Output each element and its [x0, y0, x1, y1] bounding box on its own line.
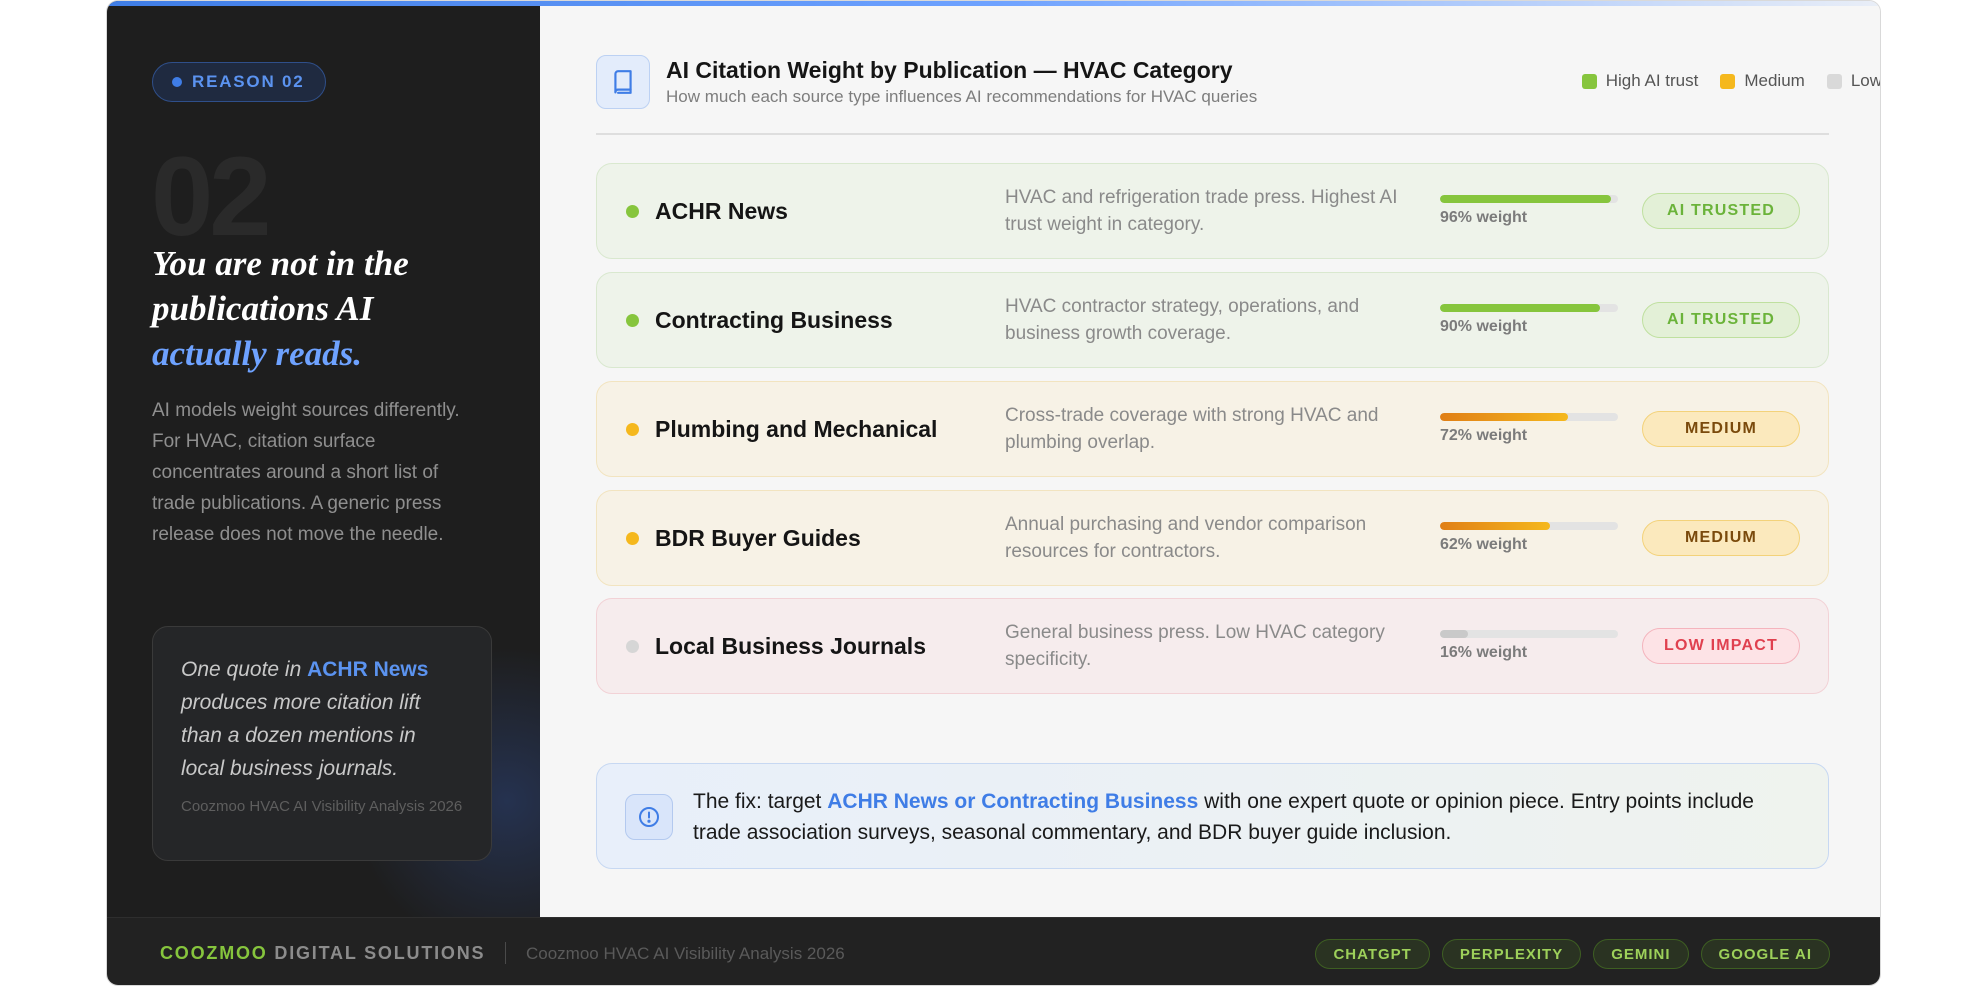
legend-label-low: Low [1850, 71, 1881, 90]
legend-item-high: High AI trust [1581, 71, 1699, 91]
weight-label: 72% weight [1440, 427, 1528, 444]
chip-chatgpt: CHATGPT [1315, 939, 1430, 969]
tier-dot-icon [626, 640, 639, 653]
reason-pill: REASON 02 [152, 62, 326, 102]
publication-description: Annual purchasing and vendor comparison … [1005, 514, 1367, 562]
legend-item-medium: Medium [1720, 71, 1805, 91]
weight-bar [1440, 195, 1618, 203]
legend: High AI trust Medium Low [1482, 71, 1881, 91]
publication-name: BDR Buyer Guides [655, 525, 861, 551]
fix-highlight: ACHR News or Contracting Business [827, 790, 1199, 813]
publication-row: BDR Buyer Guides Annual purchasing and v… [596, 490, 1829, 586]
brand-rest: DIGITAL SOLUTIONS [267, 943, 486, 963]
weight-label: 90% weight [1440, 318, 1528, 335]
legend-swatch-medium [1720, 73, 1736, 89]
publication-name: Local Business Journals [655, 633, 926, 659]
publication-name: Plumbing and Mechanical [655, 416, 938, 442]
publication-description: Cross-trade coverage with strong HVAC an… [1005, 405, 1379, 453]
chip-google-ai: GOOGLE AI [1700, 939, 1830, 969]
reason-label: REASON 02 [192, 72, 305, 91]
weight-bar [1440, 522, 1618, 530]
footer-divider [505, 942, 506, 964]
publication-description: HVAC contractor strategy, operations, an… [1005, 296, 1360, 344]
publication-row: ACHR News HVAC and refrigeration trade p… [596, 163, 1829, 259]
weight-bar-fill [1440, 630, 1469, 638]
weight-bar-fill [1440, 413, 1569, 421]
weight-bar [1440, 304, 1618, 312]
weight-bar [1440, 630, 1618, 638]
weight-label: 62% weight [1440, 536, 1528, 553]
publication-description: General business press. Low HVAC categor… [1005, 622, 1385, 670]
weight-bar [1440, 413, 1618, 421]
tier-dot-icon [626, 205, 639, 218]
panel-subtitle: How much each source type influences AI … [666, 87, 1258, 106]
trust-badge: MEDIUM [1642, 520, 1800, 556]
footer-analysis-label: Coozmoo HVAC AI Visibility Analysis 2026 [526, 944, 845, 963]
ai-platform-chips: CHATGPT PERPLEXITY GEMINI GOOGLE AI [1315, 939, 1830, 969]
reason-dot-icon [172, 77, 182, 87]
fix-pre: The fix: target [693, 790, 828, 813]
legend-swatch-low [1826, 73, 1842, 89]
brand-wordmark: COOZMOO DIGITAL SOLUTIONS [160, 943, 485, 964]
quote-text: One quote in ACHR News produces more cit… [181, 653, 463, 785]
reason-big-number: 02 [151, 134, 272, 259]
quote-pre: One quote in [181, 658, 308, 681]
weight-bar-fill [1440, 304, 1601, 312]
weight-bar-fill [1440, 522, 1551, 530]
tier-dot-icon [626, 532, 639, 545]
trust-badge: AI TRUSTED [1642, 193, 1800, 229]
legend-label-medium: Medium [1744, 71, 1805, 90]
tier-dot-icon [626, 423, 639, 436]
weight-label: 16% weight [1440, 644, 1528, 661]
headline: You are not in the publications AI actua… [152, 241, 482, 376]
chip-gemini: GEMINI [1593, 939, 1689, 969]
book-icon [596, 55, 650, 109]
quote-source: Coozmoo HVAC AI Visibility Analysis 2026 [181, 798, 463, 815]
headline-line-1: You are not in the [152, 244, 409, 283]
publication-description: HVAC and refrigeration trade press. High… [1005, 187, 1398, 235]
panel-title: AI Citation Weight by Publication — HVAC… [666, 57, 1233, 83]
headline-accent: actually reads. [152, 334, 362, 373]
legend-label-high: High AI trust [1605, 71, 1699, 90]
tier-dot-icon [626, 314, 639, 327]
publication-row: Contracting Business HVAC contractor str… [596, 272, 1829, 368]
quote-post: produces more citation lift than a dozen… [181, 691, 421, 780]
trust-badge: AI TRUSTED [1642, 302, 1800, 338]
chip-perplexity: PERPLEXITY [1441, 939, 1582, 969]
left-body-text: AI models weight sources differently. Fo… [152, 400, 460, 545]
weight-label: 96% weight [1440, 209, 1528, 226]
top-accent-bar [107, 1, 1880, 6]
publication-row: Plumbing and Mechanical Cross-trade cove… [596, 381, 1829, 477]
trust-badge: MEDIUM [1642, 411, 1800, 447]
publication-name: ACHR News [655, 198, 788, 224]
header-divider [596, 133, 1829, 135]
info-alert-icon [625, 794, 673, 840]
brand-main: COOZMOO [160, 943, 268, 963]
fix-text: The fix: target ACHR News or Contracting… [693, 786, 1793, 848]
legend-swatch-high [1581, 73, 1597, 89]
left-panel: REASON 02 02 You are not in the publicat… [107, 1, 540, 917]
publication-name: Contracting Business [655, 307, 893, 333]
headline-line-2: publications AI [152, 289, 374, 328]
legend-item-low: Low [1826, 71, 1881, 91]
footer: COOZMOO DIGITAL SOLUTIONS Coozmoo HVAC A… [107, 917, 1880, 985]
quote-highlight: ACHR News [307, 658, 429, 681]
fix-callout: The fix: target ACHR News or Contracting… [596, 763, 1829, 869]
trust-badge: LOW IMPACT [1642, 628, 1800, 664]
weight-bar-fill [1440, 195, 1611, 203]
quote-box: One quote in ACHR News produces more cit… [152, 626, 492, 861]
slide-card: REASON 02 02 You are not in the publicat… [106, 0, 1881, 986]
right-panel: AI Citation Weight by Publication — HVAC… [540, 1, 1881, 917]
publication-row: Local Business Journals General business… [596, 598, 1829, 694]
